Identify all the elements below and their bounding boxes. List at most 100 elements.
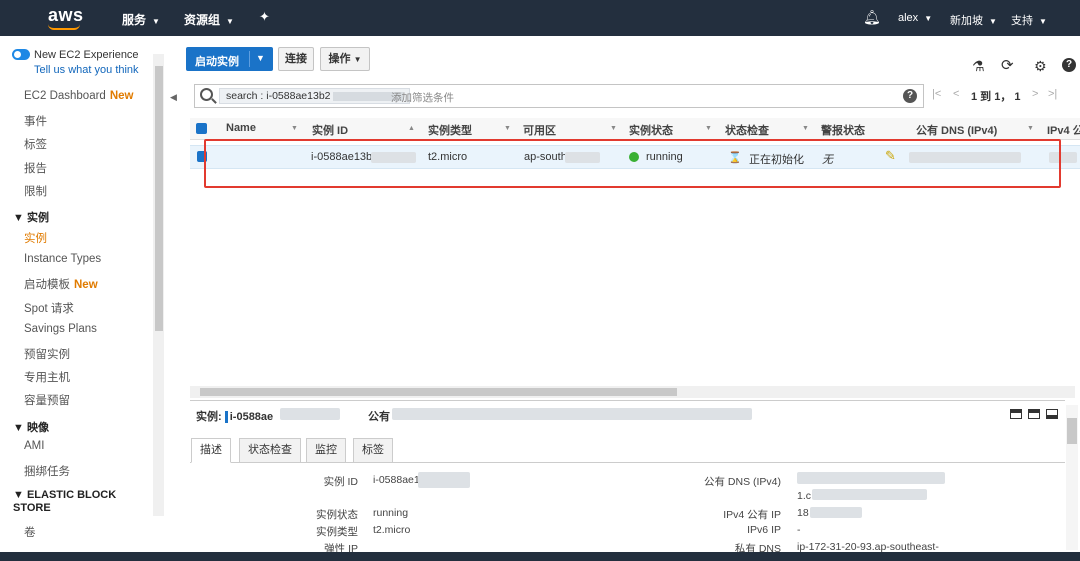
detail-instance-id: i-0588ae	[224, 411, 274, 423]
sidebar-item-bundle-tasks[interactable]: 捆绑任务	[24, 463, 70, 479]
detail-label-instance-type: 实例类型	[316, 526, 358, 538]
region-menu[interactable]: 新加坡 ▼	[950, 12, 997, 28]
sort-icon[interactable]: ▼	[610, 125, 617, 132]
chevron-down-icon: ▼	[1039, 17, 1047, 26]
sidebar-item-ami[interactable]: AMI	[24, 440, 44, 452]
resource-groups-menu[interactable]: 资源组 ▼	[184, 11, 234, 28]
redacted-block	[280, 408, 340, 420]
column-instance-type[interactable]: 实例类型	[428, 122, 472, 138]
chevron-down-icon[interactable]: ▼	[256, 53, 265, 63]
search-filter-token[interactable]: search : i-0588ae13b2	[219, 88, 410, 104]
sidebar-section-images[interactable]: ▼ 映像	[13, 419, 49, 435]
column-instance-id[interactable]: 实例 ID	[312, 122, 348, 138]
redacted-block	[797, 472, 945, 484]
detail-public-label: 公有	[368, 411, 390, 423]
sidebar-item-instance-types[interactable]: Instance Types	[24, 253, 101, 265]
sidebar-item-capacity[interactable]: 容量预留	[24, 392, 70, 408]
redacted-block	[810, 507, 862, 518]
pager-next-icon[interactable]: >	[1032, 88, 1038, 100]
services-menu[interactable]: 服务 ▼	[122, 11, 160, 28]
user-menu[interactable]: alex ▼	[898, 12, 932, 24]
new-experience-toggle[interactable]	[12, 49, 30, 60]
pin-icon[interactable]: ✦	[259, 9, 270, 25]
sort-icon[interactable]: ▼	[504, 125, 511, 132]
support-menu[interactable]: 支持 ▼	[1011, 12, 1047, 28]
detail-value-instance-id: i-0588ae1	[373, 474, 420, 486]
highlight-box	[204, 139, 1061, 188]
sidebar-item-dashboard[interactable]: EC2 Dashboard New	[24, 90, 133, 102]
panel-layout-icon[interactable]	[1028, 409, 1040, 419]
detail-label-instance-state: 实例状态	[316, 509, 358, 521]
launch-instance-button[interactable]: 启动实例 ▼	[186, 47, 273, 71]
chevron-down-icon: ▼	[924, 14, 933, 23]
sidebar-item-reserved[interactable]: 预留实例	[24, 346, 70, 362]
sidebar-item-limits[interactable]: 限制	[24, 183, 47, 199]
redacted-block	[392, 408, 752, 420]
detail-value-instance-type: t2.micro	[373, 524, 411, 536]
sidebar-item-reports[interactable]: 报告	[24, 160, 47, 176]
detail-value-ipv4-public: 18	[797, 507, 809, 519]
sort-icon[interactable]: ▼	[1027, 125, 1034, 132]
chevron-down-icon: ▼	[152, 17, 160, 26]
aws-logo[interactable]: aws	[48, 5, 84, 26]
sidebar-item-spot[interactable]: Spot 请求	[24, 300, 74, 316]
gear-icon[interactable]: ⚙	[1034, 58, 1047, 75]
sidebar-section-instances[interactable]: ▼ 实例	[13, 209, 49, 225]
sidebar-item-instances[interactable]: 实例	[24, 230, 47, 246]
pager-prev-icon[interactable]: <	[953, 88, 959, 100]
flask-icon[interactable]: ⚗	[972, 58, 985, 75]
tab-monitoring[interactable]: 监控	[306, 438, 346, 463]
pager-range: 1 到 1， 1	[971, 91, 1021, 103]
redacted-block	[812, 489, 927, 500]
detail-label-instance-id: 实例 ID	[323, 476, 358, 488]
detail-scrollbar-thumb[interactable]	[1067, 418, 1077, 444]
sidebar-item-tags[interactable]: 标签	[24, 136, 47, 152]
sidebar-scrollbar-thumb[interactable]	[155, 66, 163, 331]
detail-label-public-dns: 公有 DNS (IPv4)	[703, 476, 781, 488]
panel-splitter[interactable]	[190, 400, 1065, 401]
tab-description[interactable]: 描述	[191, 438, 231, 463]
actions-button[interactable]: 操作 ▼	[320, 47, 370, 71]
aws-logo-smile	[48, 24, 80, 30]
sidebar-item-launch-templates[interactable]: 启动模板 New	[24, 276, 98, 292]
sort-icon[interactable]: ▼	[291, 125, 298, 132]
sidebar-item-savings-plans[interactable]: Savings Plans	[24, 323, 97, 335]
tab-status-checks[interactable]: 状态检查	[239, 438, 301, 463]
new-badge: New	[109, 90, 134, 102]
sort-asc-icon[interactable]: ▲	[408, 125, 415, 132]
detail-value-instance-state: running	[373, 507, 409, 519]
bell-icon[interactable]: 🔔︎	[863, 9, 881, 26]
feedback-link[interactable]: Tell us what you think	[34, 64, 139, 76]
panel-layout-icon[interactable]	[1046, 409, 1058, 419]
column-ipv4-public[interactable]: IPv4 公	[1047, 122, 1080, 138]
search-input[interactable]: search : i-0588ae13b2 添加筛选条件	[194, 84, 924, 108]
chevron-down-icon: ▼	[226, 17, 234, 26]
connect-button[interactable]: 连接	[278, 47, 314, 71]
column-instance-state[interactable]: 实例状态	[629, 122, 673, 138]
tab-tags[interactable]: 标签	[353, 438, 393, 463]
sort-icon[interactable]: ▼	[705, 125, 712, 132]
help-icon[interactable]: ?	[1062, 58, 1076, 72]
pager-first-icon[interactable]: |<	[932, 88, 941, 100]
help-icon[interactable]: ?	[903, 89, 917, 103]
select-all-checkbox[interactable]	[196, 123, 207, 134]
table-scrollbar-thumb[interactable]	[200, 388, 677, 396]
sidebar-item-volumes[interactable]: 卷	[24, 524, 36, 540]
collapse-sidebar-icon[interactable]: ◀	[170, 92, 177, 103]
new-experience-title: New EC2 Experience	[34, 49, 139, 61]
detail-label-ipv6: IPv6 IP	[747, 524, 781, 536]
sort-icon[interactable]: ▼	[802, 125, 809, 132]
column-status-check[interactable]: 状态检查	[725, 122, 769, 138]
refresh-icon[interactable]: ⟳	[1001, 56, 1014, 74]
pager-last-icon[interactable]: >|	[1048, 88, 1057, 100]
panel-layout-icon[interactable]	[1010, 409, 1022, 419]
column-alarm-status[interactable]: 警报状态	[821, 122, 865, 138]
column-az[interactable]: 可用区	[523, 122, 556, 138]
sidebar-section-ebs[interactable]: ▼ ELASTIC BLOCK STORE	[13, 489, 133, 515]
sidebar-item-events[interactable]: 事件	[24, 113, 47, 129]
sidebar-item-dedicated-hosts[interactable]: 专用主机	[24, 369, 70, 385]
column-name[interactable]: Name	[226, 122, 256, 134]
chevron-down-icon: ▼	[989, 17, 997, 26]
top-nav-bar: aws 服务 ▼ 资源组 ▼ ✦ 🔔︎ alex ▼ 新加坡 ▼ 支持 ▼	[0, 0, 1080, 36]
column-public-dns[interactable]: 公有 DNS (IPv4)	[916, 122, 997, 138]
